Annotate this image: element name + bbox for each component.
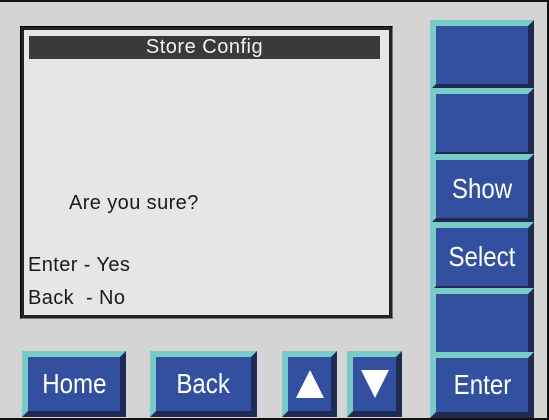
- back-button[interactable]: Back: [150, 351, 257, 417]
- up-arrow-icon: [295, 370, 324, 398]
- select-button-label: Select: [448, 241, 516, 272]
- side-button-2[interactable]: [430, 88, 534, 158]
- side-button-5[interactable]: [430, 288, 534, 358]
- confirm-prompt: Are you sure?: [69, 192, 199, 214]
- side-button-1[interactable]: [430, 20, 534, 90]
- show-button[interactable]: Show: [430, 154, 534, 224]
- home-button-label: Home: [41, 368, 107, 399]
- back-button-label: Back: [176, 368, 231, 399]
- home-button[interactable]: Home: [22, 351, 126, 417]
- show-button-label: Show: [451, 173, 513, 204]
- enter-button-label: Enter: [453, 369, 511, 400]
- control-panel: Store Config Are you sure? Enter - Yes B…: [0, 0, 549, 420]
- down-button[interactable]: [347, 351, 402, 417]
- screen-title: Store Config: [29, 36, 380, 59]
- display-frame: Store Config Are you sure? Enter - Yes B…: [20, 26, 393, 319]
- down-arrow-icon: [360, 370, 389, 398]
- display-screen: Store Config Are you sure? Enter - Yes B…: [24, 30, 389, 315]
- option-back-no: Back - No: [28, 287, 126, 309]
- option-enter-yes: Enter - Yes: [28, 254, 131, 276]
- enter-button[interactable]: Enter: [430, 352, 534, 418]
- up-button[interactable]: [282, 351, 337, 417]
- select-button[interactable]: Select: [430, 222, 534, 292]
